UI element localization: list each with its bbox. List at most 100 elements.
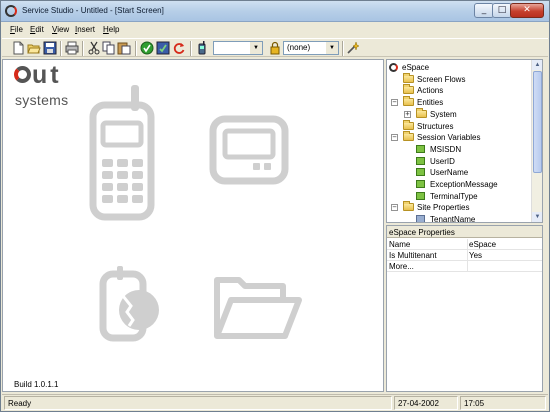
tree-item-userid[interactable]: UserID	[387, 156, 527, 167]
property-row[interactable]: More...	[387, 261, 542, 272]
device-combo[interactable]: ▼	[213, 41, 263, 55]
close-button[interactable]: ✕	[510, 3, 544, 18]
collapse-icon[interactable]: −	[391, 99, 398, 107]
folder-icon	[403, 131, 414, 142]
tree-item-terminaltype[interactable]: TerminalType	[387, 191, 527, 202]
tree-item-entities[interactable]: − Entities	[387, 96, 527, 108]
menu-file[interactable]: File	[10, 25, 23, 34]
open-icon[interactable]	[27, 41, 41, 55]
tree-item-exceptionmessage[interactable]: ExceptionMessage	[387, 179, 527, 190]
property-row[interactable]: Name eSpace	[387, 239, 542, 250]
print-icon[interactable]	[65, 41, 79, 55]
pager-icon[interactable]	[209, 115, 289, 185]
tree-item-label: TenantName	[430, 215, 476, 223]
minimize-button[interactable]: _	[474, 3, 494, 18]
tree-root[interactable]: eSpace	[387, 62, 527, 73]
tree-item-label: Actions	[417, 86, 444, 96]
properties-panel: eSpace Properties Name eSpace Is Multite…	[386, 225, 543, 392]
folder-icon	[403, 96, 414, 107]
status-date: 27-04-2002	[394, 396, 458, 410]
status-text: Ready	[4, 396, 392, 410]
tree-item-label: Session Variables	[417, 133, 481, 143]
folder-icon	[403, 72, 414, 83]
tree-item-label: MSISDN	[430, 144, 462, 154]
tree-item-label: Site Properties	[417, 203, 470, 213]
toolbar-separator	[135, 41, 136, 56]
build-label: Build 1.0.1.1	[14, 380, 59, 389]
tree-item-session-variables[interactable]: − Session Variables	[387, 131, 527, 143]
tree-item-label: Screen Flows	[417, 74, 466, 84]
tree-item-site-properties[interactable]: − Site Properties	[387, 201, 527, 213]
folder-icon	[403, 201, 414, 212]
tree-item-label: Structures	[417, 121, 454, 131]
tree-item-username[interactable]: UserName	[387, 167, 527, 178]
app-window: Service Studio - Untitled - [Start Scree…	[0, 0, 550, 412]
expand-icon[interactable]: +	[404, 110, 411, 118]
tree-item-tenantname[interactable]: TenantName	[387, 214, 527, 223]
folder-icon	[403, 119, 414, 130]
tree-item-structures[interactable]: Structures	[387, 119, 527, 132]
start-screen: ut systems Build 1.0.1.1	[2, 59, 384, 392]
tree-item-label: System	[430, 109, 457, 119]
tree-item-actions[interactable]: Actions	[387, 84, 527, 96]
open-folder-icon[interactable]	[211, 270, 303, 342]
mobile-phone-icon[interactable]	[87, 83, 157, 223]
window-title: Service Studio - Untitled - [Start Scree…	[22, 6, 164, 15]
refresh-icon[interactable]	[172, 41, 186, 55]
toolbar: ▼ (none) ▼	[2, 38, 548, 57]
session-variable-icon	[416, 168, 425, 177]
copy-icon[interactable]	[102, 41, 116, 55]
toolbar-separator	[60, 41, 61, 56]
menu-bar: File Edit View Insert Help	[2, 23, 548, 37]
folder-icon	[403, 84, 414, 95]
tree-item-screen-flows[interactable]: Screen Flows	[387, 72, 527, 85]
collapse-icon[interactable]: −	[391, 204, 398, 212]
language-combo[interactable]: (none) ▼	[283, 41, 339, 55]
cut-icon[interactable]	[87, 41, 101, 55]
tree-item-msisdn[interactable]: MSISDN	[387, 144, 527, 155]
properties-header: eSpace Properties	[387, 226, 542, 238]
scroll-up-icon[interactable]: ▲	[532, 60, 542, 70]
verify-icon[interactable]	[140, 41, 154, 55]
espace-tree[interactable]: eSpace Screen Flows Actions − Entities + Syst…	[386, 59, 543, 223]
site-property-icon	[416, 215, 425, 222]
session-variable-icon	[416, 191, 425, 200]
session-variable-icon	[416, 144, 425, 153]
tree-item-label: UserName	[430, 168, 469, 178]
logo-o-icon	[14, 66, 31, 83]
espace-icon	[389, 63, 398, 72]
logo-text-out: ut	[32, 61, 62, 89]
device-icon[interactable]	[195, 41, 209, 55]
app-icon	[5, 5, 17, 17]
menu-edit[interactable]: Edit	[30, 25, 44, 34]
save-icon[interactable]	[43, 41, 57, 55]
wand-icon[interactable]	[346, 41, 360, 55]
menu-help[interactable]: Help	[103, 25, 119, 34]
status-time: 17:05	[460, 396, 546, 410]
chevron-down-icon[interactable]: ▼	[250, 42, 262, 54]
scroll-thumb[interactable]	[533, 71, 542, 173]
toolbar-separator	[342, 41, 343, 56]
tree-item-label: TerminalType	[430, 191, 478, 201]
menu-view[interactable]: View	[52, 25, 69, 34]
new-icon[interactable]	[11, 41, 25, 55]
pocket-pc-icon[interactable]	[97, 266, 167, 346]
property-row[interactable]: Is Multitenant Yes	[387, 250, 542, 261]
lock-icon[interactable]	[268, 41, 282, 55]
session-variable-icon	[416, 180, 425, 188]
tree-item-system[interactable]: + System	[387, 107, 527, 120]
scroll-down-icon[interactable]: ▼	[532, 212, 542, 222]
maximize-button[interactable]: □	[492, 3, 512, 18]
title-bar[interactable]: Service Studio - Untitled - [Start Scree…	[1, 1, 549, 22]
logo-text-systems: systems	[15, 92, 69, 108]
publish-icon[interactable]	[156, 41, 170, 55]
menu-insert[interactable]: Insert	[75, 25, 95, 34]
tree-scrollbar[interactable]: ▲ ▼	[531, 60, 542, 222]
status-bar: Ready 27-04-2002 17:05	[2, 394, 548, 411]
chevron-down-icon[interactable]: ▼	[326, 42, 338, 54]
toolbar-separator	[82, 41, 83, 56]
folder-icon	[416, 107, 427, 118]
paste-icon[interactable]	[117, 41, 131, 55]
collapse-icon[interactable]: −	[391, 134, 398, 142]
tree-item-label: ExceptionMessage	[430, 180, 498, 189]
